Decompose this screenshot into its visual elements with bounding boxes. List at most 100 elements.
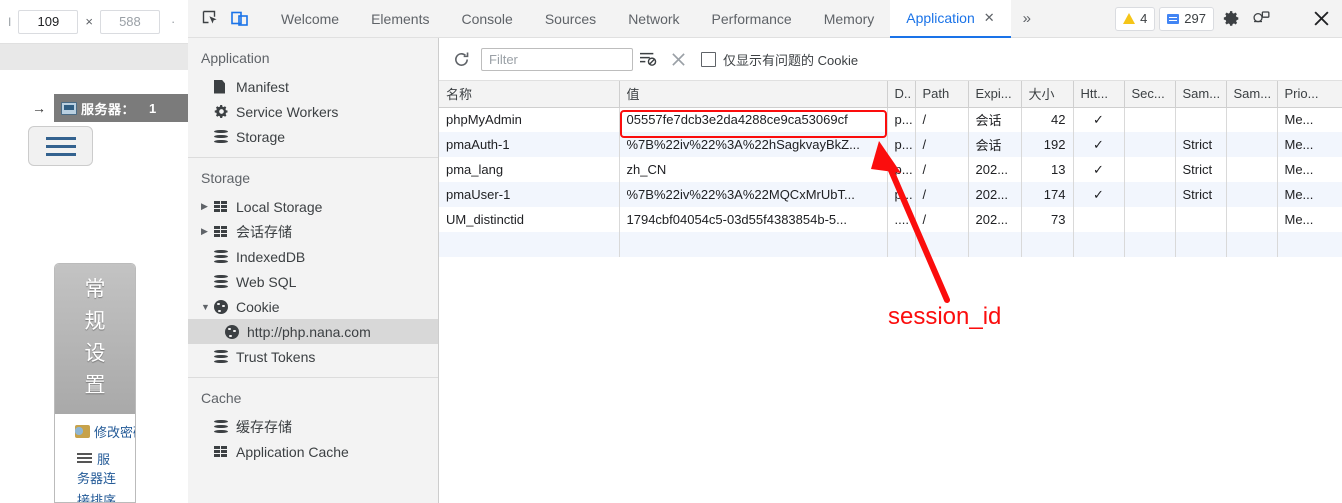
dimension-prefix: I [8,14,12,29]
col-header-sameparty[interactable]: Sam... [1226,81,1278,108]
col-header-domain[interactable]: D.. [887,81,916,108]
chevron-down-icon[interactable]: ▼ [201,302,214,312]
clear-filter-icon[interactable] [633,45,663,73]
messages-count: 297 [1184,11,1206,26]
sidebar-item-local-storage[interactable]: ▶ Local Storage [188,194,438,219]
tab-network[interactable]: Network [612,0,695,38]
server-arrow-button[interactable]: → [25,94,54,122]
server-bar: → 服务器： 1 [25,94,188,122]
col-header-name[interactable]: 名称 [439,81,620,108]
database-icon [214,130,233,143]
key-icon [75,425,90,438]
cell-domain: p... [887,157,916,182]
inspect-element-icon[interactable] [195,4,225,34]
close-devtools-icon[interactable] [1308,6,1334,32]
gear-icon[interactable] [1218,6,1244,32]
cell-name: pmaUser-1 [439,182,620,207]
col-header-httponly[interactable]: Htt... [1073,81,1125,108]
sidebar-item-label: Cookie [236,298,280,315]
chevron-right-icon[interactable]: ▶ [201,201,214,212]
cell-domain: p... [887,132,916,157]
sidebar-item-label: Trust Tokens [236,348,316,365]
sidebar-item-storage[interactable]: ▶ Storage [188,124,438,149]
tab-sources[interactable]: Sources [529,0,612,38]
cell-name: UM_distinctid [439,207,620,232]
only-issues-checkbox[interactable] [701,51,716,67]
document-icon [214,79,233,94]
sidebar-item-application-cache[interactable]: ▶ Application Cache [188,439,438,464]
sidebar-item-cookie-origin[interactable]: http://php.nana.com [188,319,438,344]
table-row-empty [439,232,1342,257]
cell-httponly: ✓ [1073,107,1125,132]
refresh-icon[interactable] [447,45,475,73]
cell-sameparty [1226,157,1278,182]
cell-priority: Me... [1277,182,1342,207]
table-row[interactable]: phpMyAdmin 05557fe7dcb3e2da4288ce9ca5306… [439,107,1342,132]
sidebar-item-web-sql[interactable]: ▶ Web SQL [188,269,438,294]
warnings-chip[interactable]: 4 [1115,6,1156,31]
col-header-samesite[interactable]: Sam... [1175,81,1227,108]
cell-samesite [1175,207,1227,232]
tab-performance[interactable]: Performance [696,0,808,38]
cell-secure [1124,132,1176,157]
cell-samesite: Strict [1175,182,1227,207]
col-header-value[interactable]: 值 [619,81,888,108]
three-dots-icon[interactable]: three-dots-icon [1278,6,1304,32]
tab-welcome[interactable]: Welcome [265,0,355,38]
col-header-secure[interactable]: Sec... [1124,81,1176,108]
table-row[interactable]: pmaUser-1 %7B%22iv%22%3A%22MQCxMrUbT... … [439,182,1342,207]
cookies-table: 名称 值 D.. Path Expi... 大小 Htt... Sec... S… [439,81,1342,257]
device-toolbar-icon[interactable] [225,4,255,34]
cell-sameparty [1226,107,1278,132]
sidebar-item-indexeddb[interactable]: ▶ IndexedDB [188,244,438,269]
tab-network-label: Network [628,10,680,27]
filter-input[interactable]: Filter [481,47,633,71]
server-collation-label: 服 [97,452,111,467]
tab-application[interactable]: Application ✕ [890,0,1011,38]
more-tabs-icon[interactable]: » [1011,10,1043,27]
cookies-table-container: 名称 值 D.. Path Expi... 大小 Htt... Sec... S… [439,81,1342,503]
device-height-input[interactable]: 588 [99,9,160,34]
sidebar-item-cache-storage[interactable]: ▶ 缓存存储 [188,414,438,439]
sidebar-section-title-application: Application [201,50,270,66]
tab-elements-label: Elements [371,10,430,27]
tab-welcome-label: Welcome [281,10,340,27]
col-header-size[interactable]: 大小 [1021,81,1074,108]
cell-name: pma_lang [439,157,620,182]
close-icon[interactable]: ✕ [984,10,995,26]
tab-elements[interactable]: Elements [355,0,445,38]
tab-console[interactable]: Console [445,0,528,38]
messages-chip[interactable]: 297 [1159,6,1214,31]
hamburger-icon[interactable] [28,126,93,166]
tab-application-label: Application [906,9,975,26]
device-width-input[interactable]: 109 [18,9,79,34]
sidebar-item-service-workers[interactable]: ▶ Service Workers [188,99,438,124]
sidebar-item-label: Web SQL [236,273,297,290]
table-row[interactable]: pmaAuth-1 %7B%22iv%22%3A%22hSagkvayBkZ..… [439,132,1342,157]
cell-samesite: Strict [1175,132,1227,157]
cell-size: 42 [1021,107,1074,132]
col-header-priority[interactable]: Prio... [1277,81,1342,108]
sidebar-item-trust-tokens[interactable]: ▶ Trust Tokens [188,344,438,369]
sidebar-item-manifest[interactable]: ▶ Manifest [188,74,438,99]
col-header-path[interactable]: Path [915,81,969,108]
devices-icon[interactable] [1248,6,1274,32]
cell-name: phpMyAdmin [439,107,620,132]
col-header-expires[interactable]: Expi... [968,81,1022,108]
clear-all-cookies-icon[interactable] [663,45,693,73]
table-row[interactable]: pma_lang zh_CN p... / 202... 13 ✓ Strict [439,157,1342,182]
change-password-link[interactable]: 修改密码 [55,414,135,443]
server-number: 1 [149,100,157,116]
cell-path: / [915,182,969,207]
general-settings-title[interactable]: 常 规 设 置 [55,264,135,414]
sidebar-item-session-storage[interactable]: ▶ 会话存储 [188,219,438,244]
only-issues-checkbox-row[interactable]: 仅显示有问题的 Cookie [701,50,858,69]
chevron-right-icon[interactable]: ▶ [201,226,214,237]
tab-memory[interactable]: Memory [808,0,891,38]
table-row[interactable]: UM_distinctid 1794cbf04054c5-03d55f43838… [439,207,1342,232]
cell-secure [1124,157,1176,182]
page-viewport: I 109 × 588 · → 服务器： 1 常 规 设 置 修改密 服 务器连… [0,0,189,503]
server-collation-link[interactable]: 服 [55,443,135,468]
sidebar-item-cookie[interactable]: ▼ Cookie [188,294,438,319]
devtools-tabbar: Welcome Elements Console Sources Network… [188,0,1342,38]
